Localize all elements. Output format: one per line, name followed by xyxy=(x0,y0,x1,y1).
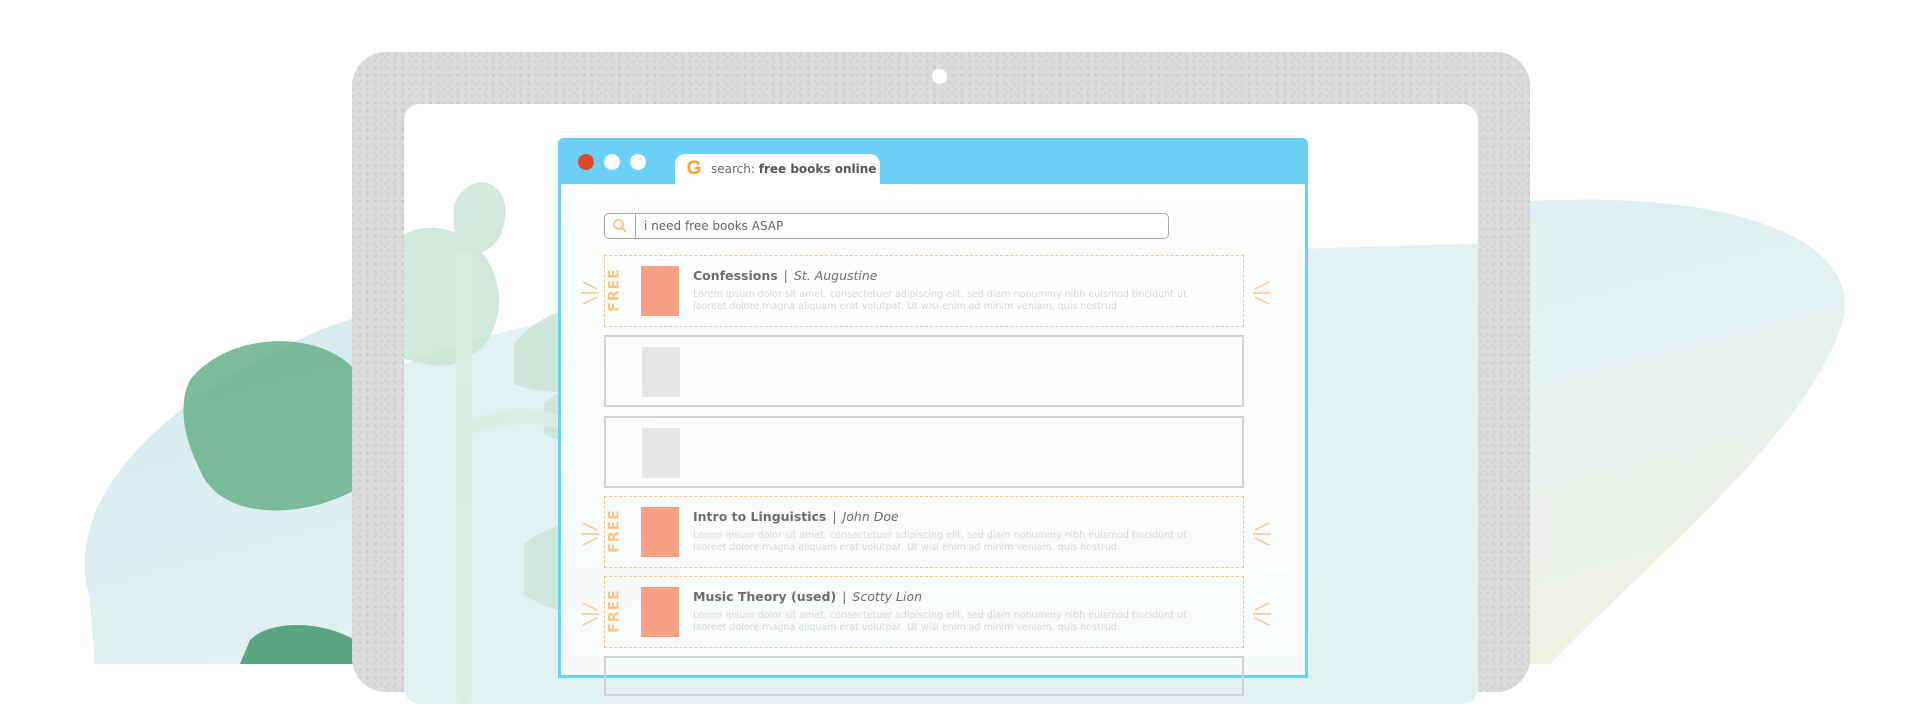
book-cover-icon xyxy=(641,507,679,557)
book-cover-icon xyxy=(641,587,679,637)
sparkle-icon xyxy=(1253,522,1271,546)
sparkle-icon xyxy=(1253,602,1271,626)
result-author: St. Augustine xyxy=(793,268,878,283)
result-card-placeholder[interactable] xyxy=(604,656,1244,696)
search-bar xyxy=(604,213,1169,239)
search-icon[interactable] xyxy=(605,214,636,238)
book-cover-icon xyxy=(641,266,679,316)
result-author: John Doe xyxy=(842,509,899,524)
tab-label-query: free books online xyxy=(758,162,877,176)
g-logo-icon: G xyxy=(686,158,702,179)
result-book-title: Confessions xyxy=(693,268,778,283)
tab-label: search: free books online xyxy=(711,162,876,176)
result-card[interactable]: FREE Confessions | St. Augustine Lorem ips… xyxy=(604,255,1244,327)
browser-window: G search: free books online FREE Confess… xyxy=(558,138,1308,696)
sparkle-icon xyxy=(581,281,599,305)
result-card-placeholder[interactable] xyxy=(604,335,1244,407)
result-card[interactable]: FREE Music Theory (used) | Scotty Lion Lor… xyxy=(604,576,1244,648)
book-cover-placeholder xyxy=(642,347,680,397)
title-separator: | xyxy=(783,268,788,283)
title-separator: | xyxy=(842,589,847,604)
result-card[interactable]: FREE Intro to Linguistics | John Doe Lorem… xyxy=(604,496,1244,568)
tab-label-prefix: search: xyxy=(711,162,755,176)
result-card-placeholder[interactable] xyxy=(604,416,1244,488)
minimize-button[interactable] xyxy=(604,154,620,170)
sparkle-icon xyxy=(581,602,599,626)
free-badge: FREE xyxy=(607,268,624,312)
result-description: Lorem ipsum dolor sit amet, consectetuer… xyxy=(693,289,1187,312)
result-title: Music Theory (used) | Scotty Lion xyxy=(693,589,922,604)
result-title: Intro to Linguistics | John Doe xyxy=(693,509,899,524)
result-title: Confessions | St. Augustine xyxy=(693,268,878,283)
book-cover-placeholder xyxy=(642,428,680,478)
close-button[interactable] xyxy=(578,154,594,170)
camera-icon xyxy=(932,69,947,84)
browser-titlebar: G search: free books online xyxy=(558,138,1308,184)
result-book-title: Music Theory (used) xyxy=(693,589,837,604)
free-badge: FREE xyxy=(607,509,624,553)
result-book-title: Intro to Linguistics xyxy=(693,509,827,524)
sparkle-icon xyxy=(1253,281,1271,305)
search-input[interactable] xyxy=(636,218,1146,234)
title-separator: | xyxy=(832,509,837,524)
free-badge: FREE xyxy=(607,589,624,633)
result-description: Lorem ipsum dolor sit amet, consectetuer… xyxy=(693,610,1187,633)
maximize-button[interactable] xyxy=(630,154,646,170)
browser-tab[interactable]: G search: free books online xyxy=(675,154,880,184)
result-author: Scotty Lion xyxy=(852,589,923,604)
result-description: Lorem ipsum dolor sit amet, consectetuer… xyxy=(693,530,1187,553)
sparkle-icon xyxy=(581,522,599,546)
